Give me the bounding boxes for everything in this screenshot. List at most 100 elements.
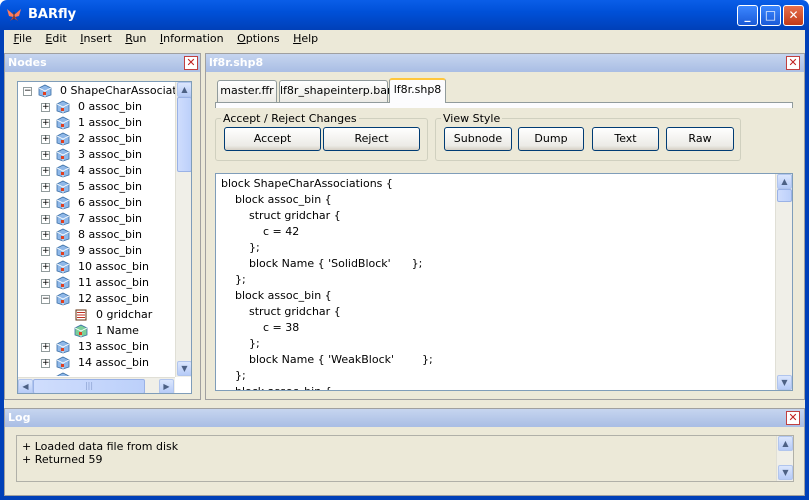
expand-toggle[interactable]: + (41, 231, 50, 240)
tab-lf8r-shapeinterp-bar[interactable]: lf8r_shapeinterp.bar (279, 80, 392, 102)
butterfly-icon (7, 9, 21, 21)
tree-node[interactable]: +10 assoc_bin (18, 259, 175, 275)
expand-toggle[interactable]: + (41, 247, 50, 256)
expand-toggle[interactable]: + (41, 119, 50, 128)
menu-file[interactable]: File (9, 30, 37, 47)
block-cube-icon (38, 84, 52, 98)
tab-lf8r-shp8[interactable]: lf8r.shp8 (389, 78, 446, 103)
scroll-up-button[interactable]: ▲ (177, 82, 191, 97)
tree-node[interactable]: +4 assoc_bin (18, 163, 175, 179)
tree-node[interactable]: +0 assoc_bin (18, 99, 175, 115)
tree-node-label: 14 assoc_bin (78, 356, 149, 369)
tree-node[interactable]: +6 assoc_bin (18, 195, 175, 211)
block-cube-icon (56, 292, 70, 306)
code-line: block Name { 'SolidBlock' }; (221, 257, 423, 270)
expand-toggle[interactable]: + (41, 135, 50, 144)
tree-node[interactable]: +1 assoc_bin (18, 115, 175, 131)
code-line: block Name { 'WeakBlock' }; (221, 353, 433, 366)
maximize-button[interactable]: □ (760, 5, 781, 26)
minimize-button[interactable]: _ (737, 5, 758, 26)
editor-panel-close-button[interactable]: ✕ (786, 56, 800, 70)
tree-node[interactable]: +13 assoc_bin (18, 339, 175, 355)
scroll-down-button[interactable]: ▼ (778, 465, 793, 480)
text-view[interactable]: block ShapeCharAssociations { block asso… (215, 173, 793, 391)
expand-toggle[interactable]: + (41, 167, 50, 176)
scroll-up-button[interactable]: ▲ (777, 174, 792, 189)
log-panel-header: Log (5, 409, 804, 427)
tree-node-label: 10 assoc_bin (78, 260, 149, 273)
title-bar[interactable]: BARfly _ □ ✕ (0, 0, 809, 30)
menu-insert[interactable]: Insert (75, 30, 117, 47)
log-view[interactable]: + Loaded data file from disk + Returned … (16, 435, 794, 482)
nodes-panel-title: Nodes (8, 56, 47, 69)
window-title: BARfly (28, 7, 77, 22)
tree-child-node[interactable]: 1 Name (18, 323, 175, 339)
tree-horizontal-scrollbar[interactable]: ◀ ||| ▶ (18, 377, 175, 393)
menu-run[interactable]: Run (120, 30, 151, 47)
tree-node-label: 0 ShapeCharAssociations (60, 84, 175, 97)
menu-options[interactable]: Options (232, 30, 284, 47)
scroll-thumb[interactable] (177, 97, 191, 172)
log-vertical-scrollbar[interactable]: ▲ ▼ (776, 436, 793, 481)
scroll-down-button[interactable]: ▼ (777, 375, 792, 390)
tree-node-label: 5 assoc_bin (78, 180, 142, 193)
raw-button[interactable]: Raw (666, 127, 734, 151)
tree-node[interactable]: +14 assoc_bin (18, 355, 175, 371)
menu-help[interactable]: Help (288, 30, 323, 47)
accept-button[interactable]: Accept (224, 127, 321, 151)
tree-node[interactable]: − 12 assoc_bin (18, 291, 175, 307)
expand-toggle[interactable]: + (41, 343, 50, 352)
code-line: struct gridchar { (221, 209, 341, 222)
scroll-left-button[interactable]: ◀ (18, 379, 33, 393)
node-tree[interactable]: −0 ShapeCharAssociations+0 assoc_bin+1 a… (17, 81, 192, 394)
scroll-thumb[interactable] (777, 189, 792, 202)
tab-master-ffr[interactable]: master.ffr (217, 80, 277, 102)
scroll-right-button[interactable]: ▶ (159, 379, 174, 393)
expand-toggle[interactable]: + (41, 263, 50, 272)
tree-node-label: 0 gridchar (96, 308, 153, 321)
expand-toggle[interactable]: + (41, 199, 50, 208)
window-frame-bottom (0, 496, 809, 500)
menu-edit[interactable]: Edit (40, 30, 71, 47)
subnode-button[interactable]: Subnode (444, 127, 512, 151)
expand-toggle[interactable]: + (41, 359, 50, 368)
tree-node[interactable]: +7 assoc_bin (18, 211, 175, 227)
scroll-thumb-horizontal[interactable]: ||| (33, 379, 145, 393)
text-button[interactable]: Text (592, 127, 659, 151)
expand-toggle[interactable]: + (41, 279, 50, 288)
tree-node[interactable]: +3 assoc_bin (18, 147, 175, 163)
tree-node[interactable]: +5 assoc_bin (18, 179, 175, 195)
tree-node[interactable]: +8 assoc_bin (18, 227, 175, 243)
expand-toggle[interactable]: + (41, 215, 50, 224)
expand-toggle[interactable]: + (41, 183, 50, 192)
dump-button[interactable]: Dump (518, 127, 584, 151)
log-panel-close-button[interactable]: ✕ (786, 411, 800, 425)
expand-toggle[interactable]: + (41, 151, 50, 160)
tree-node[interactable]: +11 assoc_bin (18, 275, 175, 291)
expand-toggle[interactable]: + (41, 103, 50, 112)
menu-bar: File Edit Insert Run Information Options… (0, 30, 809, 49)
tree-node-label: 3 assoc_bin (78, 148, 142, 161)
tree-vertical-scrollbar[interactable]: ▲ ▼ (175, 82, 191, 377)
tree-node-label: 0 assoc_bin (78, 100, 142, 113)
menu-information[interactable]: Information (155, 30, 229, 47)
log-line: + Returned 59 (22, 453, 103, 466)
nodes-panel-close-button[interactable]: ✕ (184, 56, 198, 70)
scroll-up-button[interactable]: ▲ (778, 436, 793, 451)
tree-child-node[interactable]: 0 gridchar (18, 307, 175, 323)
tree-root-node[interactable]: − 0 ShapeCharAssociations (18, 83, 175, 99)
block-cube-icon (56, 100, 70, 114)
block-cube-icon (56, 164, 70, 178)
scroll-down-button[interactable]: ▼ (177, 361, 191, 376)
tree-node[interactable]: +2 assoc_bin (18, 131, 175, 147)
text-view-vertical-scrollbar[interactable]: ▲ ▼ (775, 174, 792, 390)
horizontal-splitter[interactable] (4, 400, 805, 408)
close-window-button[interactable]: ✕ (783, 5, 804, 26)
tree-node[interactable]: +9 assoc_bin (18, 243, 175, 259)
tree-node-label: 1 assoc_bin (78, 116, 142, 129)
block-cube-icon (56, 372, 70, 376)
collapse-toggle[interactable]: − (41, 295, 50, 304)
close-icon: ✕ (788, 56, 798, 69)
reject-button[interactable]: Reject (323, 127, 420, 151)
collapse-toggle[interactable]: − (23, 87, 32, 96)
